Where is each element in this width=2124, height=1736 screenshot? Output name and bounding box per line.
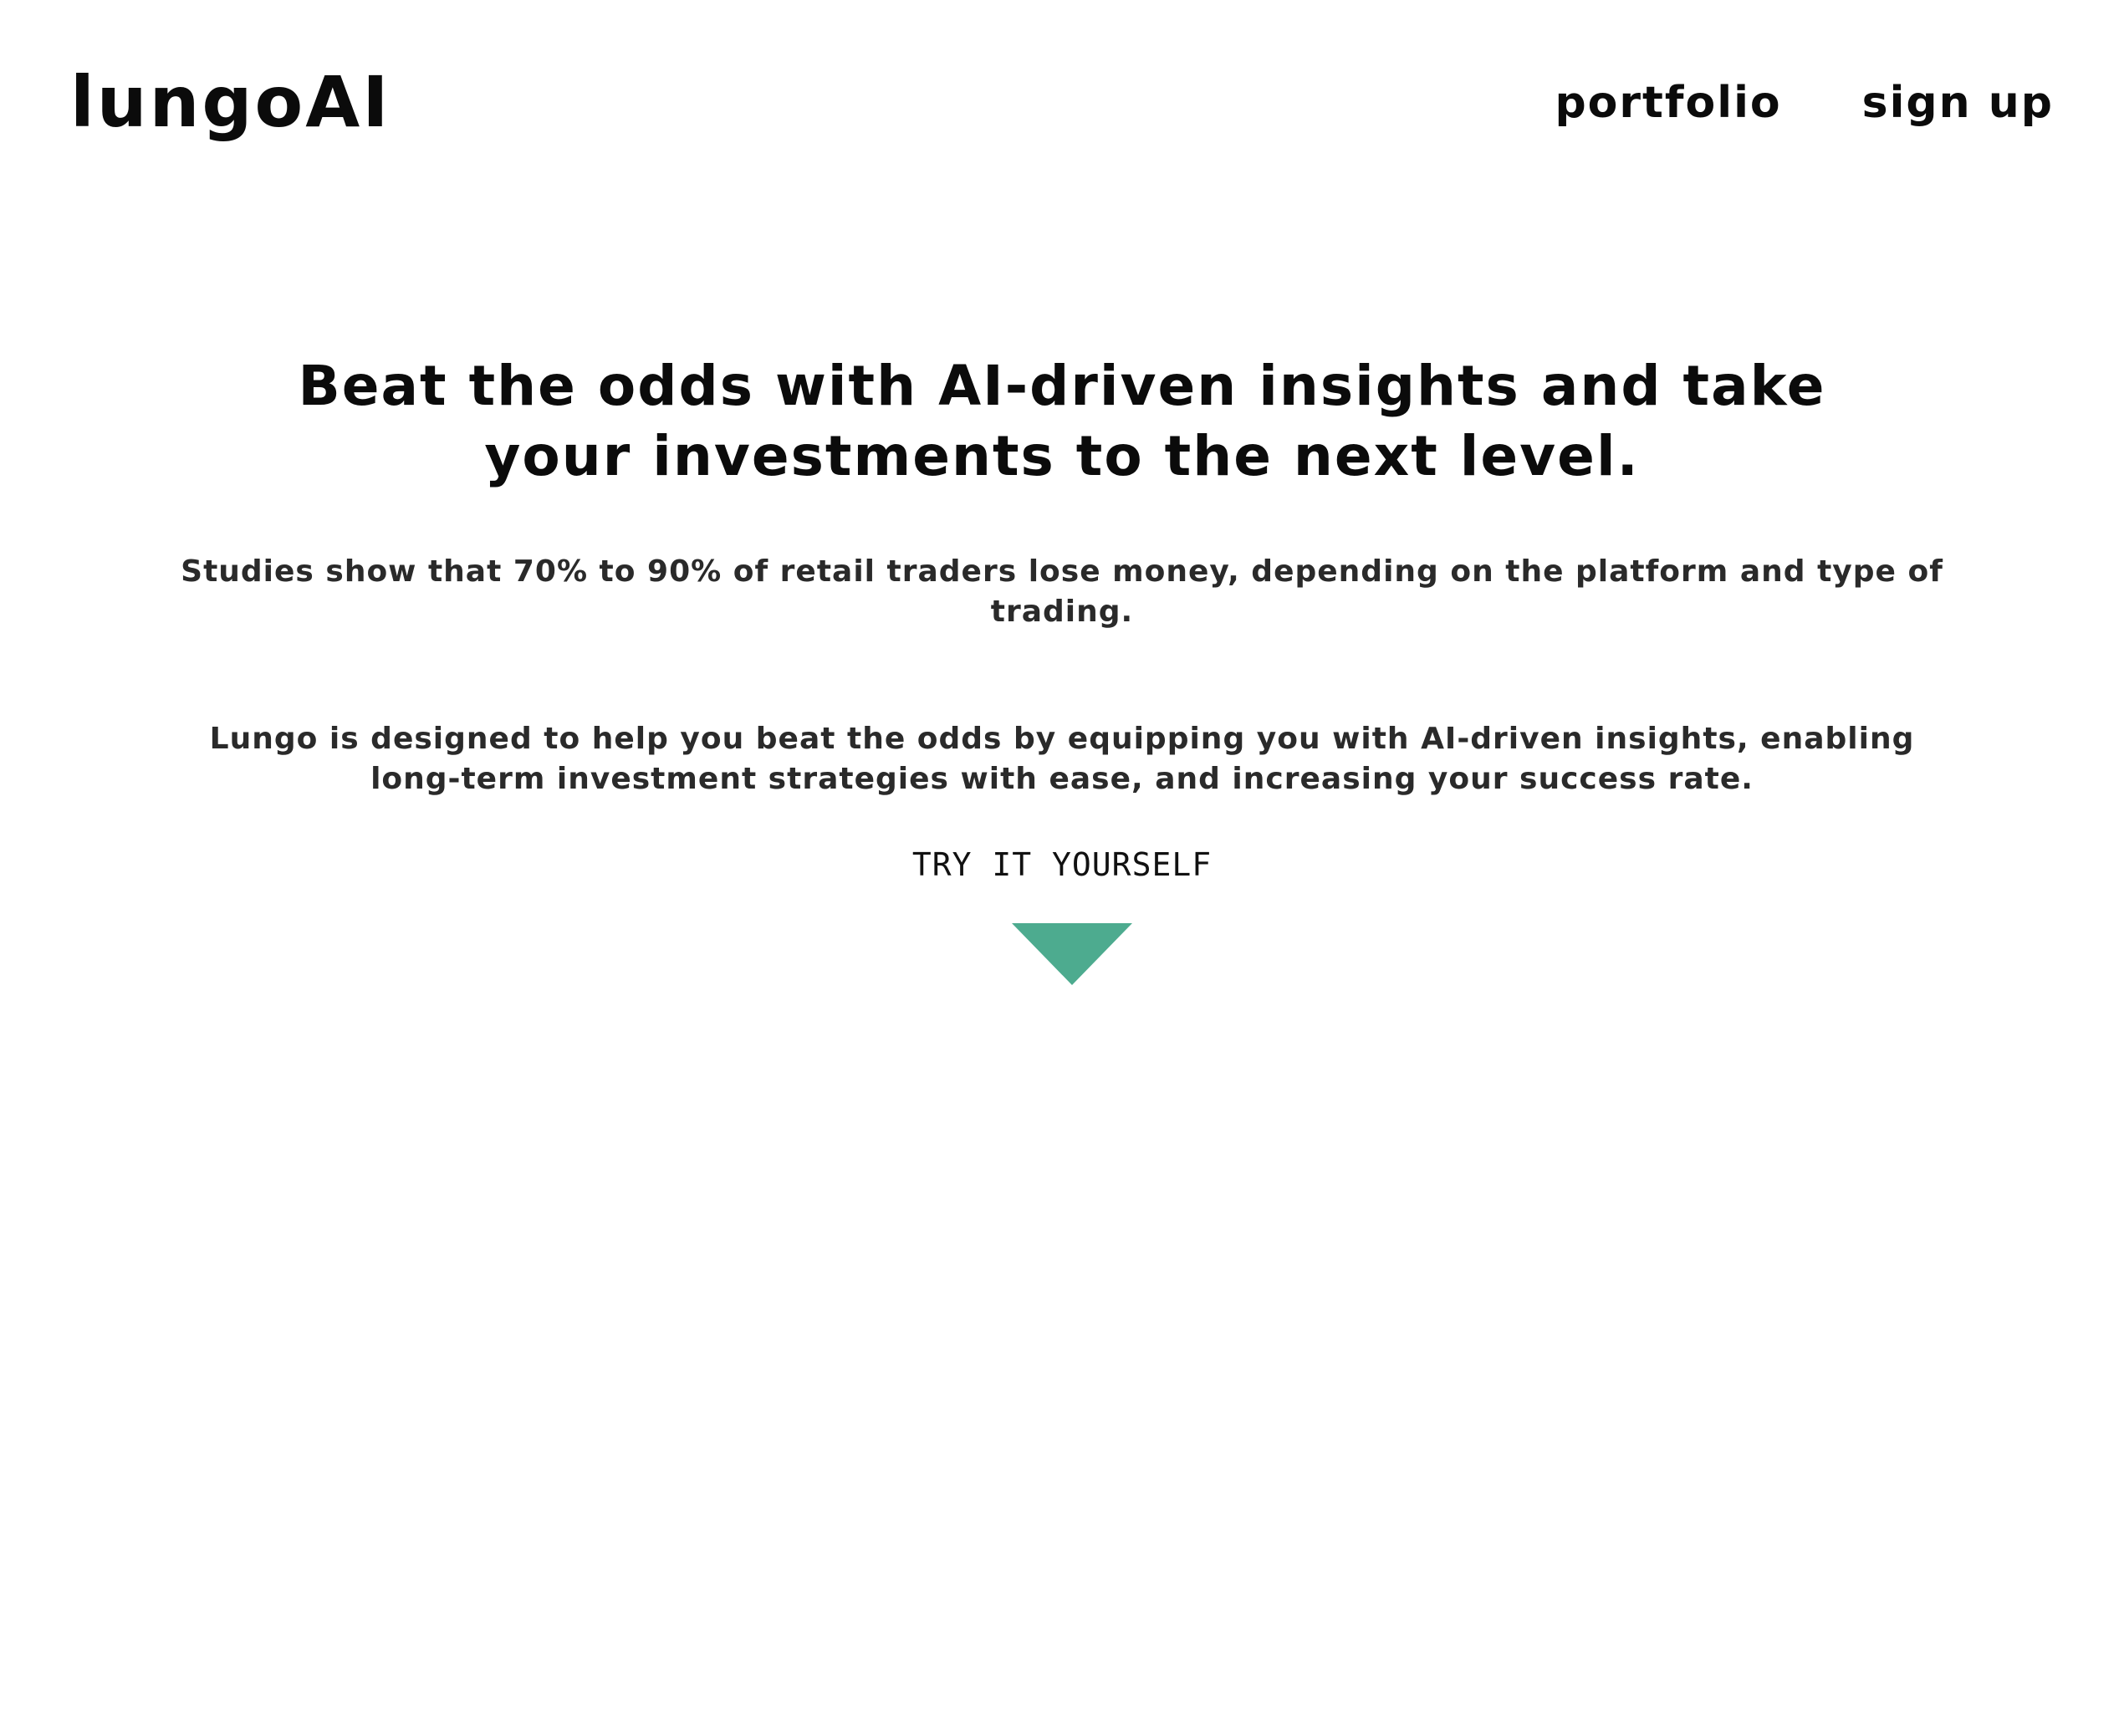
try-it-yourself-link[interactable]: TRY IT YOURSELF [912,843,1212,886]
logo[interactable]: lungoAI [70,60,391,144]
hero-section: Beat the odds with AI-driven insights an… [0,351,2124,799]
hero-headline: Beat the odds with AI-driven insights an… [298,354,1826,488]
cta-section: TRY IT YOURSELF [0,843,2124,886]
site-header: lungoAI portfolio sign up [0,0,2124,209]
hero-stat-text: Studies show that 70% to 90% of retail t… [181,554,1943,629]
top-nav: portfolio sign up [1555,74,2054,132]
triangle-down-icon[interactable] [1012,923,1132,985]
nav-link-sign-up[interactable]: sign up [1862,74,2054,132]
hero-pitch-text: Lungo is designed to help you beat the o… [209,722,1915,796]
triangle-down-shape [1012,923,1132,985]
nav-link-portfolio[interactable]: portfolio [1555,74,1781,132]
